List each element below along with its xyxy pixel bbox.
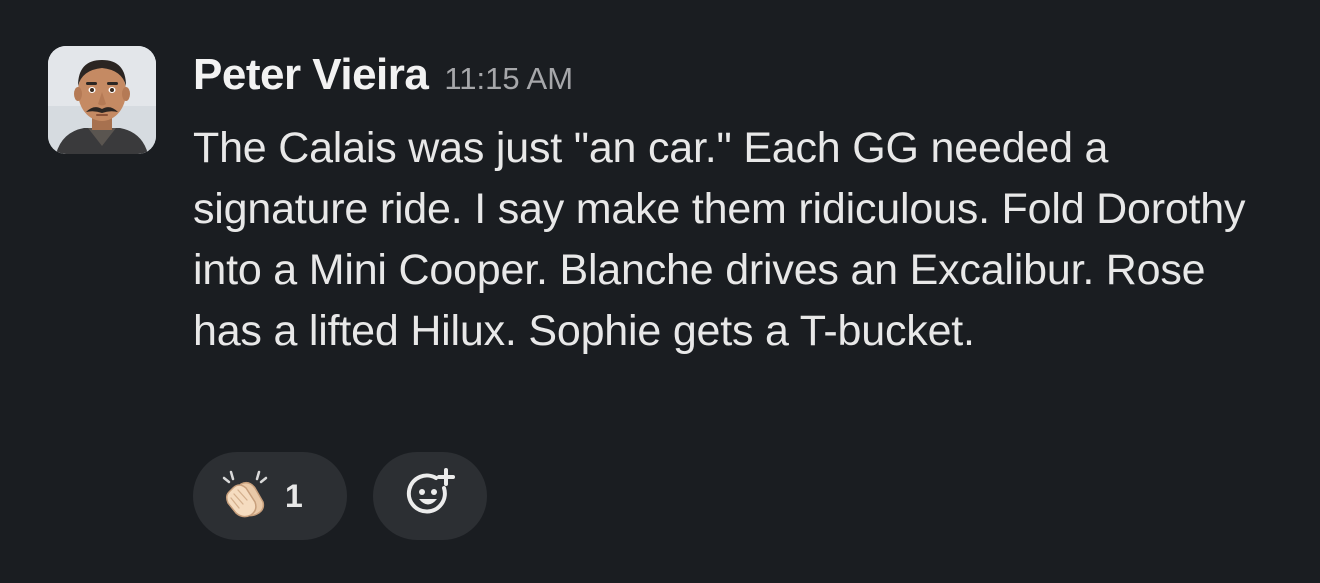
reactions-bar: 1 (193, 452, 487, 540)
reaction-clapping-hands[interactable]: 1 (193, 452, 347, 540)
author-name[interactable]: Peter Vieira (193, 50, 429, 100)
add-reaction-icon (402, 466, 458, 527)
message-header: Peter Vieira 11:15 AM (193, 50, 1283, 110)
add-reaction-button[interactable] (373, 452, 487, 540)
avatar-image (48, 46, 156, 154)
avatar[interactable] (48, 46, 156, 154)
message: Peter Vieira 11:15 AM The Calais was jus… (0, 0, 1320, 583)
message-timestamp[interactable]: 11:15 AM (444, 61, 573, 97)
reaction-count: 1 (285, 477, 303, 514)
clapping-hands-icon (219, 468, 271, 525)
message-content: Peter Vieira 11:15 AM The Calais was jus… (193, 50, 1283, 362)
message-text: The Calais was just "an car." Each GG ne… (193, 124, 1246, 355)
